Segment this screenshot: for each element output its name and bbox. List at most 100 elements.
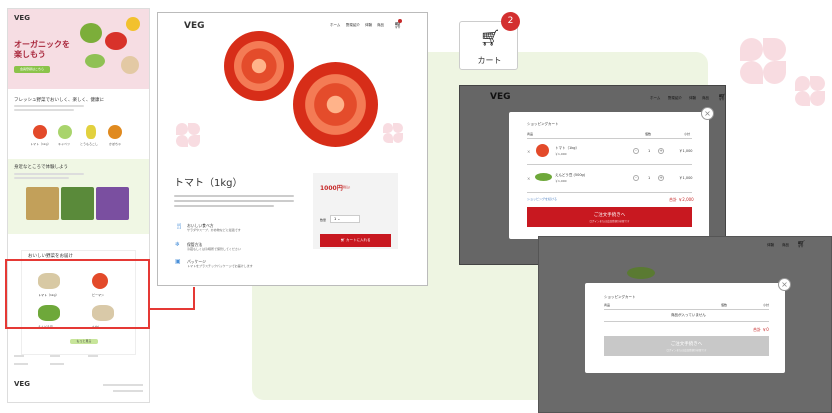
remove-item-icon[interactable]: × [527,149,530,154]
nav-experience[interactable]: 体験 [689,96,696,101]
yellow-pepper-image [126,17,140,31]
footer-link[interactable] [14,355,24,357]
bowl-photo[interactable] [61,187,94,220]
flower-decoration-icon [795,76,825,106]
footer-link[interactable] [50,363,64,365]
cabbage-image [58,125,72,139]
nav-vegetables[interactable]: 野菜紹介 [346,23,360,28]
pea-thumb [535,173,552,181]
checkout-subtitle: ログインまたは会員登録が必要です [589,220,630,223]
remove-item-icon[interactable]: × [527,176,530,181]
nav-products[interactable]: 商品 [702,96,709,101]
divider [527,164,692,165]
checkout-button[interactable]: ご注文手続きへ ログインまたは会員登録が必要です [527,207,692,227]
col-qty: 個数 [645,132,652,136]
qty-select[interactable]: 1 ⌄ [330,215,360,223]
add-to-cart-label: カートに入れる [346,238,371,242]
close-icon[interactable]: × [778,278,791,291]
continue-shopping-link[interactable]: ショッピングを続ける [527,197,557,201]
footer-link[interactable] [14,363,28,365]
veg-label: とうもろこし [80,142,99,146]
checkout-button-disabled[interactable]: ご注文手続きへ ログインまたは会員登録が必要です [604,336,769,356]
checkout-title: ご注文手続きへ [670,342,703,347]
item-name: えんどう豆 (500g) [555,173,586,177]
feature-desc: トマトをプラスチックパッケージでお届けします [187,264,253,268]
divider [527,192,692,193]
hero-title: オーガニックを 楽しもう [14,40,70,59]
cart-modal-filled: ショッピングカート 商品 個数 小計 × トマト（1kg） ￥1,000 - 1… [509,112,709,239]
close-icon[interactable]: × [701,107,714,120]
tomato-image [33,125,47,139]
signup-button[interactable]: 会員登録はこちら [14,66,50,73]
logo[interactable]: VEG [14,14,30,22]
item-name: トマト（1kg） [555,146,579,150]
footer-link[interactable] [88,355,98,357]
salad-photo[interactable] [26,187,59,220]
nav-products[interactable]: 商品 [782,243,789,248]
fork-knife-icon: 🍴︎ [175,223,183,230]
divider [527,138,692,139]
nav-home[interactable]: ホーム [330,23,340,28]
cart-badge-dot [398,19,402,23]
nav-experience[interactable]: 体験 [365,23,372,28]
cooking-photo[interactable] [96,187,129,220]
flower-decoration-icon [740,38,786,84]
description-line [174,195,294,197]
qty-label: 数量 [320,218,327,222]
increment-button[interactable]: + [658,148,664,154]
cart-count-badge: 2 [501,12,520,31]
storage-icon: ❄︎ [175,241,181,248]
empty-cart-message: 商品が入っていません [671,313,706,317]
decrement-button[interactable]: - [633,175,639,181]
cart-label: カート [477,56,502,65]
pumpkin-image [108,125,122,139]
text-line [14,177,69,179]
bean-bowl-image [121,56,139,74]
modal-title: ショッピングカート [527,122,559,126]
cart-icon[interactable]: 🛒︎ [797,240,806,248]
nav-products[interactable]: 商品 [377,23,384,28]
item-qty: 1 [648,149,651,153]
description-line [174,205,274,207]
add-to-cart-button[interactable]: 🛒︎ カートに入れる [320,234,391,247]
footer-link[interactable] [50,355,60,357]
increment-button[interactable]: + [658,175,664,181]
col-product: 商品 [527,132,534,136]
qty-value: 1 [334,217,337,221]
divider [604,309,769,310]
checkout-title: ご注文手続きへ [593,213,626,218]
design-showcase: VEG オーガニックを 楽しもう 会員登録はこちら フレッシュ野菜でおいしく、楽… [0,0,832,413]
purchase-box: 1000円 (税込) 数量 1 ⌄ 🛒︎ カートに入れる [313,173,398,249]
modal-title: ショッピングカート [604,295,636,299]
herb-image [80,23,102,43]
logo[interactable]: VEG [184,21,205,31]
logo[interactable]: VEG [490,92,511,102]
tomato-thumb [536,144,549,157]
chevron-down-icon: ⌄ [337,217,341,221]
text-line [14,105,84,107]
corn-image [86,125,96,139]
tax-label: (税込) [342,185,351,189]
col-subtotal: 小計 [684,132,691,136]
veg-label: キャベツ [58,142,71,146]
nav-home[interactable]: ホーム [650,96,660,101]
cart-total: 合計 ￥2,000 [669,197,694,202]
decrement-button[interactable]: - [633,148,639,154]
footer-logo[interactable]: VEG [14,380,30,388]
flower-decoration-icon [383,123,403,143]
cart-icon[interactable]: 🛒︎ [718,93,725,101]
item-subtotal: ￥1,000 [679,149,693,153]
nav-vegetables[interactable]: 野菜紹介 [668,96,682,101]
package-icon: ▣ [175,258,181,265]
more-button[interactable]: もっと見る [70,339,98,344]
cart-icon: 🛒︎ [480,28,501,47]
product-price: 1000円 [320,185,343,192]
nav-experience[interactable]: 体験 [767,243,774,248]
flower-decoration-icon [176,123,200,147]
feature-desc: 冷蔵もしくは冷暗所で保管してください [187,247,241,251]
section-title-fresh: フレッシュ野菜でおいしく、楽しく、健康に [14,98,104,103]
feature-desc: サラダやスープ、炒め物などに最適です [187,228,241,232]
product-title: トマト（1kg） [174,178,243,189]
col-product: 商品 [604,303,611,307]
cart-total: 合計 ￥0 [753,327,769,332]
